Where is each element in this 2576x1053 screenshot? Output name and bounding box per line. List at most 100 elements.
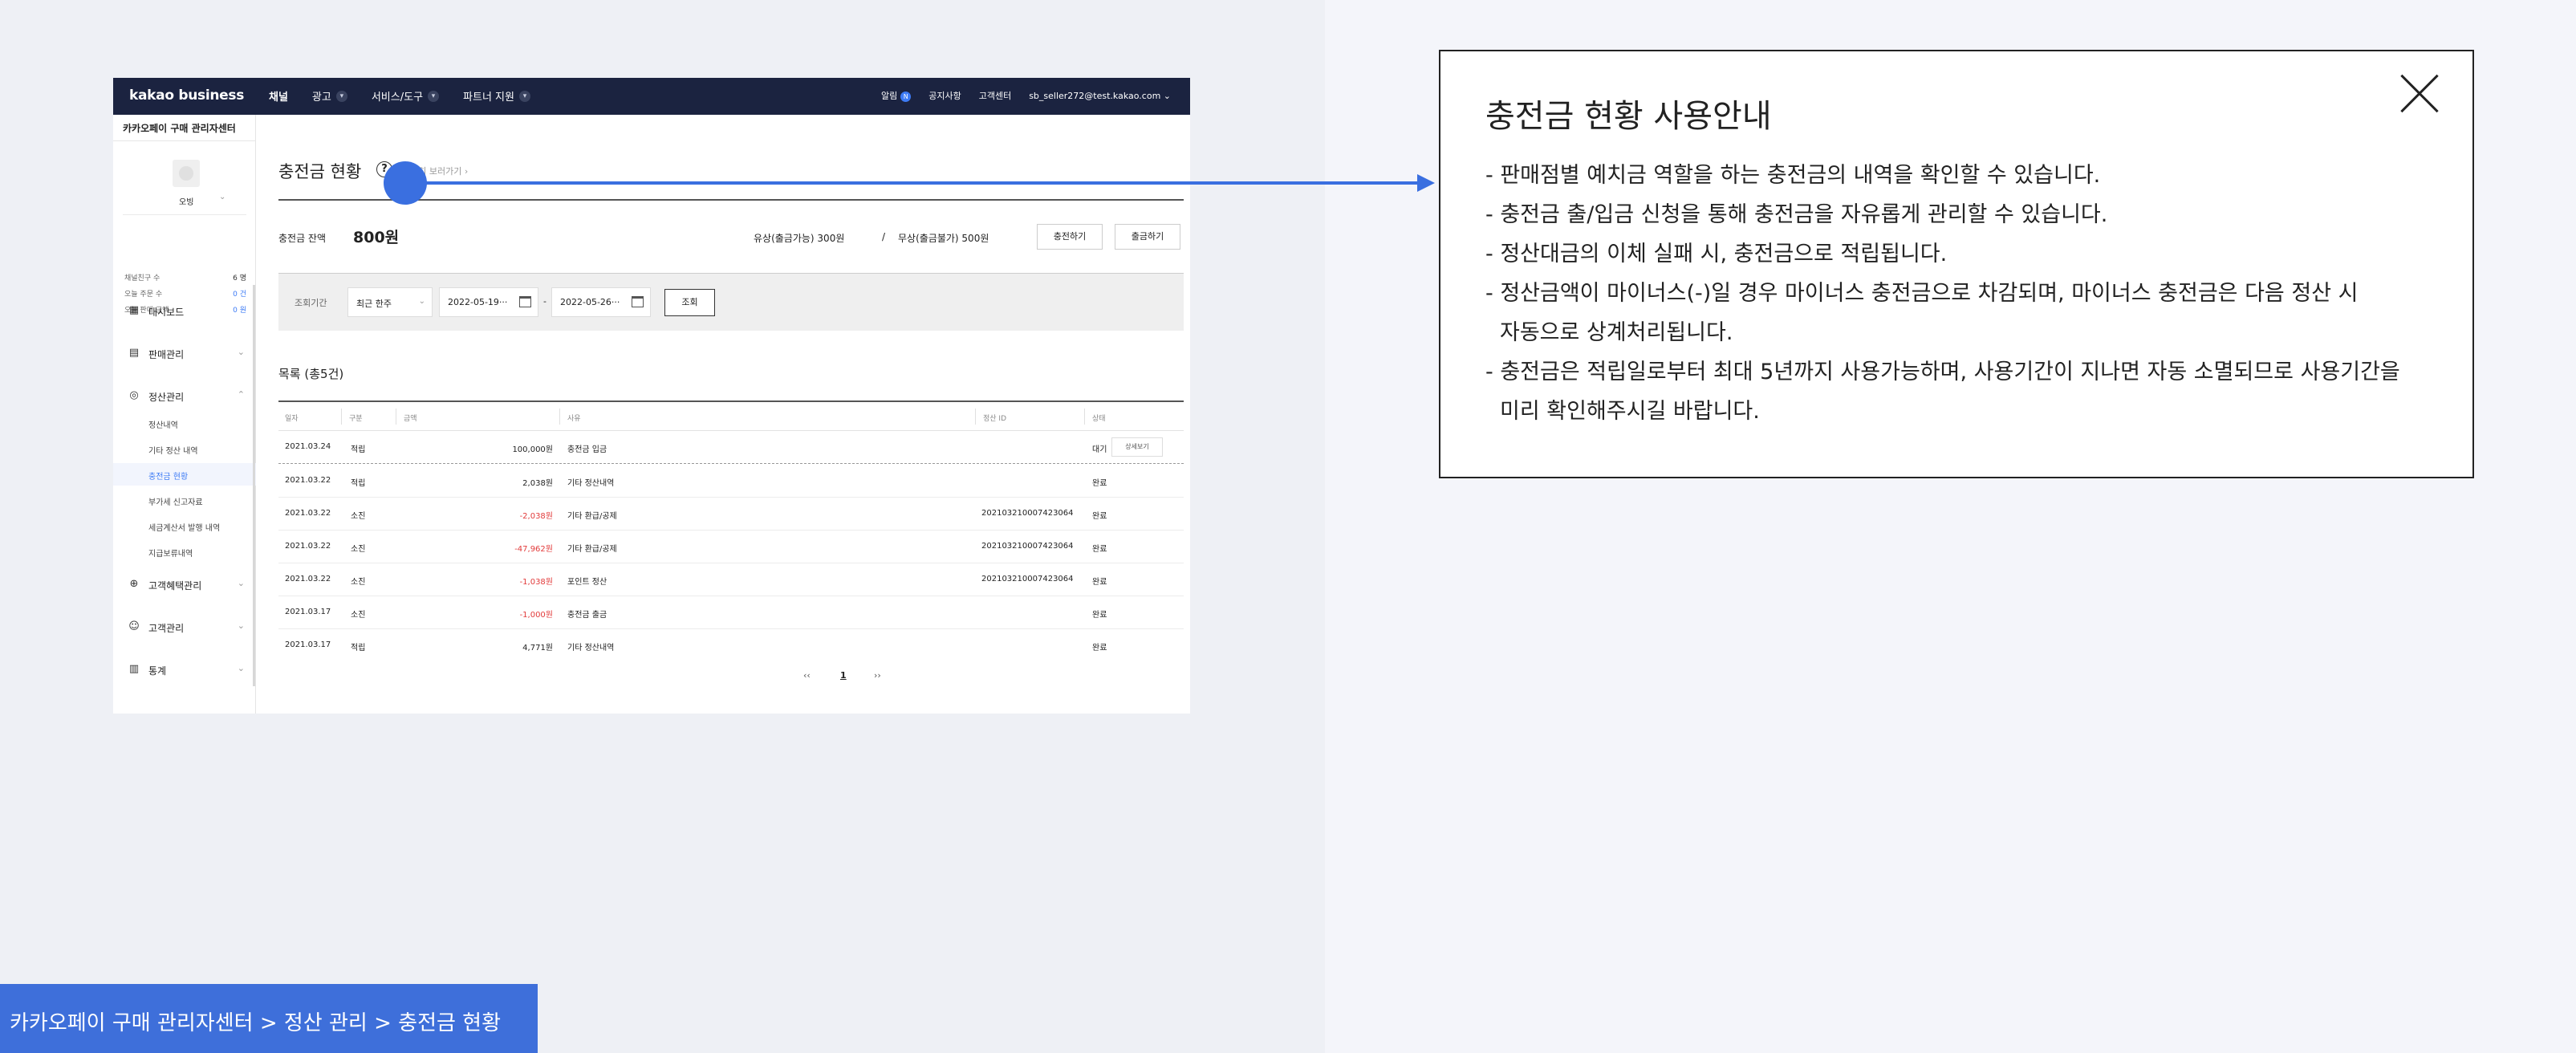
cell-type: 소진	[351, 545, 366, 554]
start-date-value: 2022-05-19···	[448, 297, 508, 307]
guide-list: - 판매점별 예치금 역할을 하는 충전금의 내역을 확인할 수 있습니다. -…	[1485, 156, 2448, 431]
sidebar-scrollbar[interactable]	[253, 285, 255, 686]
balance-separator: /	[882, 231, 886, 242]
submenu-settlement-history[interactable]: 정산내역	[113, 412, 256, 434]
usage-guide-panel: 충전금 현황 사용안내 - 판매점별 예치금 역할을 하는 충전금의 내역을 확…	[1439, 50, 2474, 478]
cell-reason: 기타 정산내역	[567, 644, 615, 653]
benefit-icon: ⊕	[129, 578, 139, 590]
chevron-down-icon[interactable]: ⌄	[219, 193, 226, 201]
cell-amount: 4,771원	[522, 644, 553, 653]
nav-ads[interactable]: 광고 ▾	[312, 88, 347, 104]
pager-prev[interactable]: ‹‹	[803, 670, 811, 681]
alarm-link[interactable]: 알림 N	[881, 89, 912, 102]
profile-name: 오빙	[179, 198, 194, 207]
table-row[interactable]: 2021.03.22 소진 -2,038원 기타 환급/공제 202103210…	[278, 498, 1184, 531]
submenu-charge-status[interactable]: 충전금 현황	[113, 463, 256, 486]
notice-link[interactable]: 공지사항	[928, 89, 961, 102]
nav-partner[interactable]: 파트너 지원 ▾	[463, 88, 530, 104]
sidebar-item-label: 고객관리	[148, 623, 185, 634]
chevron-down-icon: ⌄	[237, 663, 245, 673]
callout-arrow-line	[405, 181, 1424, 185]
account-menu[interactable]: sb_seller272@test.kakao.com ⌄	[1029, 91, 1171, 101]
cell-type: 적립	[351, 479, 366, 488]
cell-date: 2021.03.17	[285, 608, 331, 616]
cell-type: 적립	[351, 445, 366, 454]
table-row[interactable]: 2021.03.17 적립 4,771원 기타 정산내역 완료	[278, 629, 1184, 662]
chevron-down-icon: ⌄	[418, 297, 425, 306]
sidebar-item-settlement[interactable]: ◎ 정산관리 ⌃	[113, 380, 256, 412]
submenu-etc-settlement[interactable]: 기타 정산 내역	[113, 437, 256, 460]
cell-date: 2021.03.24	[285, 442, 331, 451]
submenu-vat-report[interactable]: 부가세 신고자료	[113, 489, 256, 511]
sidebar: 카카오페이 구매 관리자센터 오빙 ⌄ 채널친구 수6 명 오늘 주문 수0 건…	[113, 115, 256, 714]
withdraw-button[interactable]: 출금하기	[1115, 224, 1180, 250]
submenu-tax-invoice[interactable]: 세금계산서 발행 내역	[113, 514, 256, 537]
search-button[interactable]: 조회	[664, 289, 715, 316]
column-separator	[341, 409, 342, 425]
nav-channel-label: 채널	[269, 91, 288, 104]
sidebar-item-dashboard[interactable]: ▦ 대시보드	[113, 295, 256, 327]
charge-button[interactable]: 충전하기	[1037, 224, 1103, 250]
guide-line: - 판매점별 예치금 역할을 하는 충전금의 내역을 확인할 수 있습니다.	[1485, 163, 2101, 188]
cell-settlement-id: 202103210007423064	[981, 542, 1074, 551]
stat-friends: 채널친구 수 6 명	[124, 272, 246, 283]
cell-status: 완료	[1092, 545, 1107, 554]
cell-reason: 충전금 입금	[567, 445, 607, 454]
cell-status: 완료	[1092, 512, 1107, 521]
sidebar-title: 카카오페이 구매 관리자센터	[123, 123, 236, 134]
main-content: 충전금 현황 ? 자세히 보러가기 › 충전금 잔액 800원 유상(출금가능)…	[256, 115, 1190, 714]
table-row[interactable]: 2021.03.22 적립 2,038원 기타 정산내역 완료	[278, 465, 1184, 498]
sidebar-item-benefit[interactable]: ⊕ 고객혜택관리 ⌄	[113, 568, 256, 600]
guide-title: 충전금 현황 사용안내	[1485, 98, 1772, 135]
search-filter-bar: 조회기간 최근 한주 ⌄ 2022-05-19··· - 2022-05-26·…	[278, 273, 1184, 331]
submenu-label: 충전금 현황	[148, 473, 189, 482]
guide-line: - 정산대금의 이체 실패 시, 충전금으로 적립됩니다.	[1485, 242, 1948, 266]
cell-amount: 100,000원	[512, 445, 553, 454]
column-header-status: 상태	[1092, 415, 1106, 423]
submenu-label: 지급보류내역	[148, 550, 193, 559]
column-separator	[1084, 409, 1085, 425]
balance-value: 800원	[353, 229, 400, 246]
chevron-down-icon: ⌄	[1163, 90, 1171, 101]
coins-icon: ◎	[129, 389, 139, 401]
cell-date: 2021.03.22	[285, 509, 331, 518]
avatar	[173, 160, 200, 187]
nav-ads-label: 광고	[311, 91, 331, 104]
support-link[interactable]: 고객센터	[979, 89, 1011, 102]
end-date-field[interactable]: 2022-05-26···	[551, 287, 651, 317]
cell-date: 2021.03.22	[285, 542, 331, 551]
table-row[interactable]: 2021.03.17 소진 -1,000원 충전금 출금 완료	[278, 596, 1184, 629]
table-row[interactable]: 2021.03.24 적립 100,000원 충전금 입금 대기 상세보기	[278, 431, 1184, 464]
stat-value: 6 명	[233, 274, 246, 283]
table-row[interactable]: 2021.03.22 소진 -1,038원 포인트 정산 20210321000…	[278, 563, 1184, 596]
period-select[interactable]: 최근 한주 ⌄	[347, 287, 433, 317]
table-header: 일자 구분 금액 사유 정산 ID 상태	[278, 402, 1184, 431]
pager-current-page[interactable]: 1	[840, 670, 847, 681]
cell-amount: -47,962원	[514, 545, 553, 554]
kakao-business-logo[interactable]: kakao business	[129, 87, 244, 104]
close-icon[interactable]	[2399, 72, 2440, 114]
sidebar-item-customer[interactable]: ☺ 고객관리 ⌄	[113, 611, 256, 643]
nav-services[interactable]: 서비스/도구 ▾	[371, 88, 440, 104]
free-balance: 무상(출금불가) 500원	[898, 233, 989, 244]
dashboard-icon: ▦	[128, 304, 140, 316]
nav-channel[interactable]: 채널	[269, 88, 288, 104]
sidebar-item-stats[interactable]: ▥ 통계 ⌄	[113, 653, 256, 685]
calendar-icon[interactable]	[519, 296, 531, 307]
divider	[123, 214, 246, 215]
nav-services-label: 서비스/도구	[371, 91, 424, 104]
calendar-icon[interactable]	[632, 296, 644, 307]
column-separator	[975, 409, 976, 425]
sidebar-item-sales[interactable]: ▤ 판매관리 ⌄	[113, 337, 256, 369]
chevron-down-icon: ⌄	[237, 347, 245, 357]
list-title: 목록 (총5건)	[278, 367, 344, 381]
page-title: 충전금 현황	[278, 162, 362, 181]
table-row[interactable]: 2021.03.22 소진 -47,962원 기타 환급/공제 20210321…	[278, 531, 1184, 563]
detail-view-button[interactable]: 상세보기	[1111, 437, 1163, 457]
pager-next[interactable]: ››	[874, 670, 881, 681]
start-date-field[interactable]: 2022-05-19···	[439, 287, 538, 317]
cell-status: 완료	[1092, 479, 1107, 488]
breadcrumb-text: 카카오페이 구매 관리자센터 > 정산 관리 > 충전금 현황	[10, 1011, 502, 1035]
submenu-payment-hold[interactable]: 지급보류내역	[113, 540, 256, 563]
alarm-badge: N	[900, 91, 912, 102]
